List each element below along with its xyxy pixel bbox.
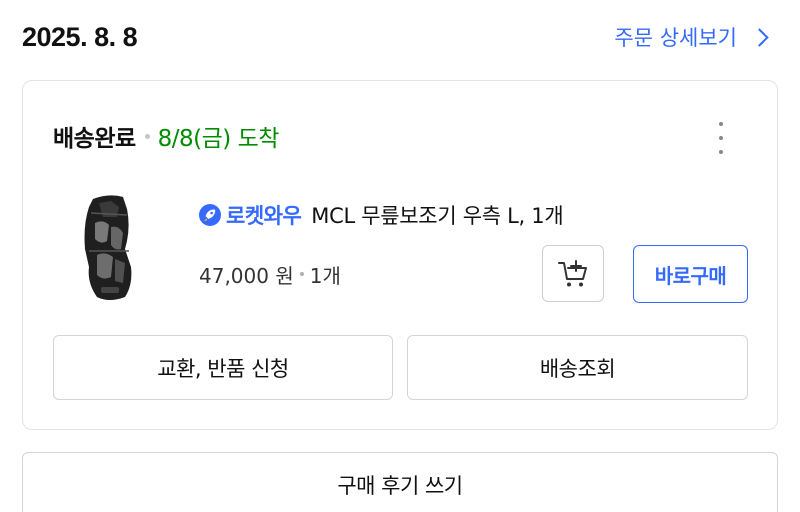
more-vertical-icon[interactable] [716, 122, 726, 154]
price-row: 47,000 원 1개 [199, 260, 341, 288]
product-quantity: 1개 [309, 263, 341, 288]
buy-now-button[interactable]: 바로구매 [633, 245, 748, 303]
separator-dot [299, 272, 304, 276]
order-date: 2025. 8. 8 [22, 22, 138, 52]
rocket-wow-badge: 로켓와우 [226, 204, 302, 228]
status-label: 배송완료 [53, 126, 136, 152]
rocket-icon [199, 204, 221, 226]
product-image[interactable] [79, 193, 139, 303]
track-delivery-button[interactable]: 배송조회 [407, 335, 748, 400]
order-header: 2025. 8. 8 주문 상세보기 [0, 0, 800, 80]
product-price: 47,000 원 [199, 263, 294, 288]
order-detail-link[interactable]: 주문 상세보기 [614, 22, 769, 52]
write-review-button[interactable]: 구매 후기 쓰기 [22, 452, 778, 512]
separator-dot [144, 133, 150, 139]
add-to-cart-button[interactable] [542, 245, 604, 302]
add-to-cart-icon [558, 259, 587, 286]
product-name[interactable]: MCL 무릎보조기 우측 L, 1개 [311, 200, 563, 230]
order-card: 배송완료 8/8(금) 도착 로켓와우 MCL 무릎보조기 우측 L, 1개 4… [22, 80, 778, 430]
chevron-right-icon [750, 28, 769, 47]
product-title-row: 로켓와우 MCL 무릎보조기 우측 L, 1개 [198, 200, 564, 230]
order-detail-label: 주문 상세보기 [614, 26, 737, 50]
arrival-date: 8/8(금) 도착 [157, 126, 280, 152]
exchange-return-button[interactable]: 교환, 반품 신청 [53, 335, 393, 400]
delivery-status: 배송완료 8/8(금) 도착 [53, 121, 280, 152]
